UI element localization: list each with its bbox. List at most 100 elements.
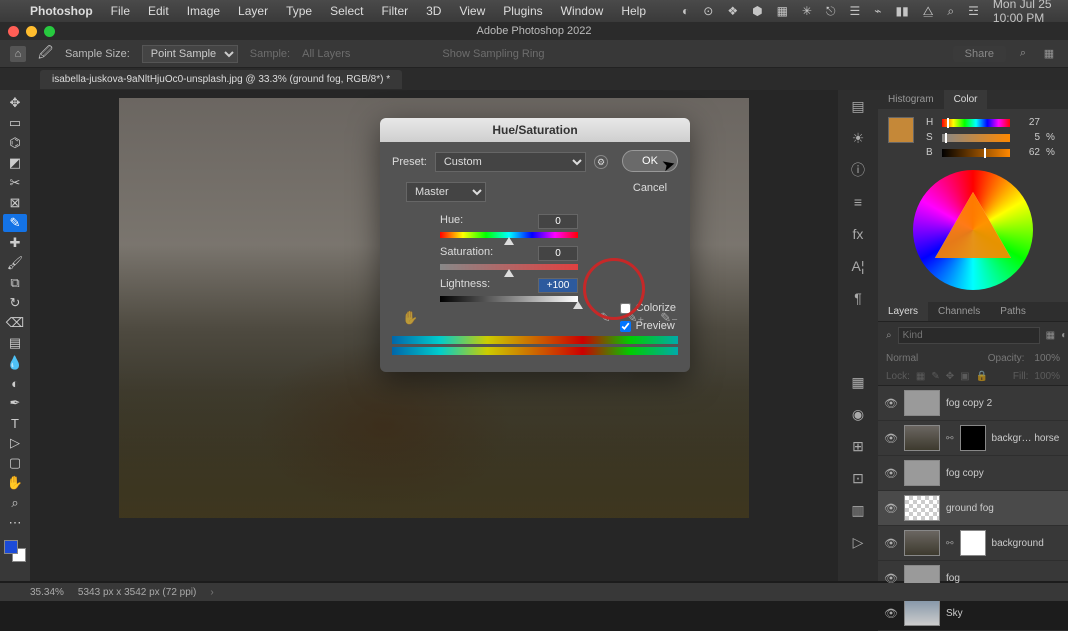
status-icon[interactable]: ☰ [849,4,860,18]
preset-gear-icon[interactable]: ⚙ [594,155,608,169]
eraser-tool[interactable]: ⌫ [3,314,27,332]
dock-icon[interactable]: ⓘ [848,160,868,180]
menu-filter[interactable]: Filter [381,4,408,18]
search-icon[interactable]: ⌕ [947,4,954,19]
menu-plugins[interactable]: Plugins [503,4,542,18]
tab-color[interactable]: Color [944,90,988,109]
lightness-input[interactable] [538,278,578,293]
lightness-slider[interactable] [440,296,578,302]
layer-mask-thumb[interactable] [960,425,986,451]
foreground-swatch[interactable] [4,540,18,554]
layer-row[interactable]: 👁 Sky [878,596,1068,631]
menu-window[interactable]: Window [561,4,604,18]
bri-slider[interactable] [942,149,1010,157]
dock-icon[interactable]: ☀ [848,128,868,148]
layer-thumb[interactable] [904,460,940,486]
gradient-tool[interactable]: ▤ [3,334,27,352]
dock-icon[interactable]: ⊡ [848,468,868,488]
visibility-icon[interactable]: 👁 [884,607,898,620]
edit-toolbar[interactable]: ⋯ [3,514,27,532]
channel-select[interactable]: Master [406,182,486,202]
color-preview[interactable] [888,117,914,143]
pen-tool[interactable]: ✒ [3,394,27,412]
maximize-window[interactable] [44,26,55,37]
sampling-ring-checkbox[interactable]: Show Sampling Ring [442,48,544,60]
color-swatches[interactable] [4,540,26,562]
status-icon[interactable]: ◐ [682,4,689,18]
cancel-button[interactable]: Cancel [622,178,678,198]
status-icon[interactable]: ⎋ [826,4,836,19]
menu-type[interactable]: Type [286,4,312,18]
hue-input[interactable] [538,214,578,229]
tab-channels[interactable]: Channels [928,302,990,321]
status-icon[interactable]: ⌁ [874,4,881,18]
dock-icon[interactable]: ▦ [848,372,868,392]
menu-app[interactable]: Photoshop [30,4,93,18]
sat-slider[interactable] [942,134,1010,142]
layer-thumb[interactable] [904,600,940,626]
layer-mask-thumb[interactable] [960,530,986,556]
doc-dimensions[interactable]: 5343 px x 3542 px (72 ppi) [78,587,196,598]
visibility-icon[interactable]: 👁 [884,397,898,410]
visibility-icon[interactable]: 👁 [884,502,898,515]
dock-icon[interactable]: ▤ [848,96,868,116]
opacity-value[interactable]: 100% [1034,353,1060,364]
status-icon[interactable]: ⬢ [752,4,762,18]
blend-mode[interactable]: Normal [886,353,918,364]
visibility-icon[interactable]: 👁 [884,467,898,480]
zoom-tool[interactable]: ⌕ [3,494,27,512]
hand-tool[interactable]: ✋ [3,474,27,492]
preview-checkbox[interactable]: Preview [620,320,676,332]
hue-slider[interactable] [440,232,578,238]
layer-filter-input[interactable] [898,327,1040,344]
status-icon[interactable]: ⊙ [703,4,713,18]
layer-thumb[interactable] [904,495,940,521]
menu-layer[interactable]: Layer [238,4,268,18]
crop-tool[interactable]: ✂ [3,174,27,192]
tab-paths[interactable]: Paths [990,302,1036,321]
lock-icon[interactable]: ▦ [916,371,925,382]
lock-icon[interactable]: ✎ [931,371,939,382]
hand-icon[interactable]: ✋ [402,310,418,326]
layer-row[interactable]: 👁 fog copy 2 [878,386,1068,421]
layer-thumb[interactable] [904,390,940,416]
visibility-icon[interactable]: 👁 [884,537,898,550]
battery-icon[interactable]: ▮▮ [895,4,908,18]
lasso-tool[interactable]: ⌬ [3,134,27,152]
sample-size-select[interactable]: Point Sample [142,45,238,63]
visibility-icon[interactable]: 👁 [884,432,898,445]
link-icon[interactable]: ⚯ [946,433,954,444]
color-wheel[interactable] [913,170,1033,290]
dock-icon[interactable]: ≡ [848,192,868,212]
saturation-slider[interactable] [440,264,578,270]
menu-edit[interactable]: Edit [148,4,169,18]
eyedropper-tool[interactable]: ✎ [3,214,27,232]
share-button[interactable]: Share [953,46,1006,62]
close-window[interactable] [8,26,19,37]
filter-type-icon[interactable]: ◐ [1061,330,1067,341]
layer-row[interactable]: 👁 ground fog [878,491,1068,526]
history-brush-tool[interactable]: ↻ [3,294,27,312]
home-button[interactable]: ⌂ [10,46,26,62]
lock-icon[interactable]: ▣ [960,371,969,382]
menu-view[interactable]: View [459,4,485,18]
minimize-window[interactable] [26,26,37,37]
workspace-icon[interactable]: ▦ [1040,45,1058,63]
layer-row[interactable]: 👁 ⚯ background [878,526,1068,561]
dock-icon[interactable]: A¦ [848,256,868,276]
tab-histogram[interactable]: Histogram [878,90,944,109]
filter-icon[interactable]: ⌕ [886,330,892,341]
menu-3d[interactable]: 3D [426,4,441,18]
layer-thumb[interactable] [904,425,940,451]
dodge-tool[interactable]: ◐ [3,374,27,392]
dock-icon[interactable]: ▷ [848,532,868,552]
search-bar-icon[interactable]: ⌕ [1014,45,1032,63]
layer-thumb[interactable] [904,530,940,556]
menu-file[interactable]: File [111,4,130,18]
hue-slider[interactable] [942,119,1010,127]
layer-row[interactable]: 👁 fog copy [878,456,1068,491]
status-chevron-icon[interactable]: › [210,587,213,598]
status-icon[interactable]: ▦ [777,4,788,18]
layer-row[interactable]: 👁 ⚯ backgr… horse [878,421,1068,456]
blur-tool[interactable]: 💧 [3,354,27,372]
